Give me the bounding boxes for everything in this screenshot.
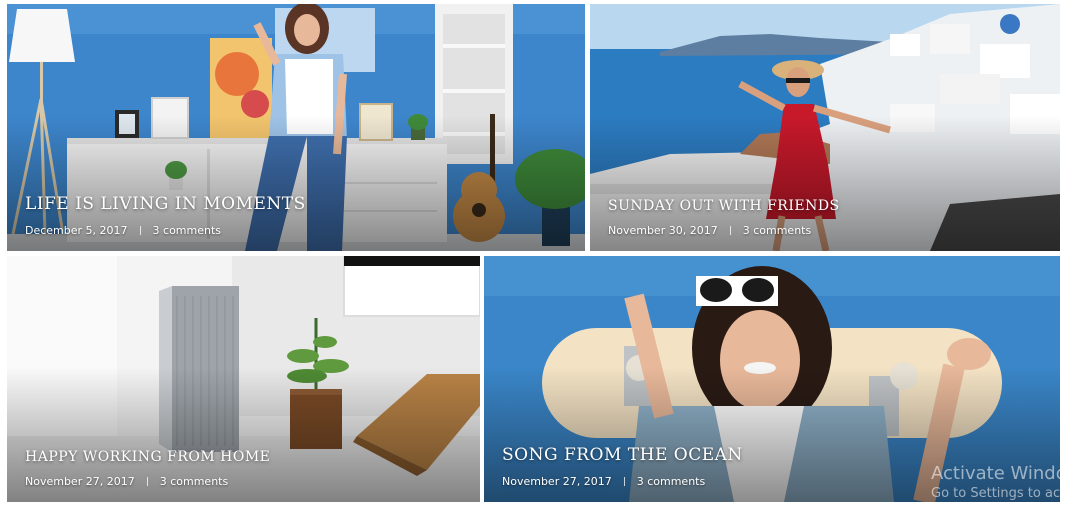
watermark-line-2: Go to Settings to ac xyxy=(931,486,1061,501)
post-date[interactable]: November 27, 2017 xyxy=(502,475,612,488)
post-title[interactable]: HAPPY WORKING FROM HOME xyxy=(25,449,462,465)
post-title[interactable]: SUNDAY OUT WITH FRIENDS xyxy=(608,198,1042,214)
post-comments-link[interactable]: 3 comments xyxy=(153,224,222,237)
post-meta: November 30, 2017 3 comments xyxy=(608,224,1042,237)
post-comments-link[interactable]: 3 comments xyxy=(743,224,812,237)
activate-windows-watermark: Activate Windo Go to Settings to ac xyxy=(931,462,1066,502)
post-comments-link[interactable]: 3 comments xyxy=(637,475,706,488)
post-comments-link[interactable]: 3 comments xyxy=(160,475,229,488)
post-date[interactable]: November 27, 2017 xyxy=(25,475,135,488)
post-card-sunday-out[interactable]: SUNDAY OUT WITH FRIENDS November 30, 201… xyxy=(590,4,1060,251)
meta-divider xyxy=(139,226,141,235)
post-meta: December 5, 2017 3 comments xyxy=(25,224,567,237)
post-card-life-is-living[interactable]: LIFE IS LIVING IN MOMENTS December 5, 20… xyxy=(7,4,585,251)
post-caption: LIFE IS LIVING IN MOMENTS December 5, 20… xyxy=(25,194,567,237)
meta-divider xyxy=(623,477,625,486)
post-caption: HAPPY WORKING FROM HOME November 27, 201… xyxy=(25,449,462,488)
post-meta: November 27, 2017 3 comments xyxy=(25,475,462,488)
watermark-line-1: Activate Windo xyxy=(931,463,1066,484)
post-title[interactable]: LIFE IS LIVING IN MOMENTS xyxy=(25,194,567,214)
post-card-happy-working[interactable]: HAPPY WORKING FROM HOME November 27, 201… xyxy=(7,256,480,502)
post-date[interactable]: December 5, 2017 xyxy=(25,224,128,237)
post-date[interactable]: November 30, 2017 xyxy=(608,224,718,237)
meta-divider xyxy=(146,477,148,486)
meta-divider xyxy=(729,226,731,235)
post-caption: SUNDAY OUT WITH FRIENDS November 30, 201… xyxy=(608,198,1042,237)
